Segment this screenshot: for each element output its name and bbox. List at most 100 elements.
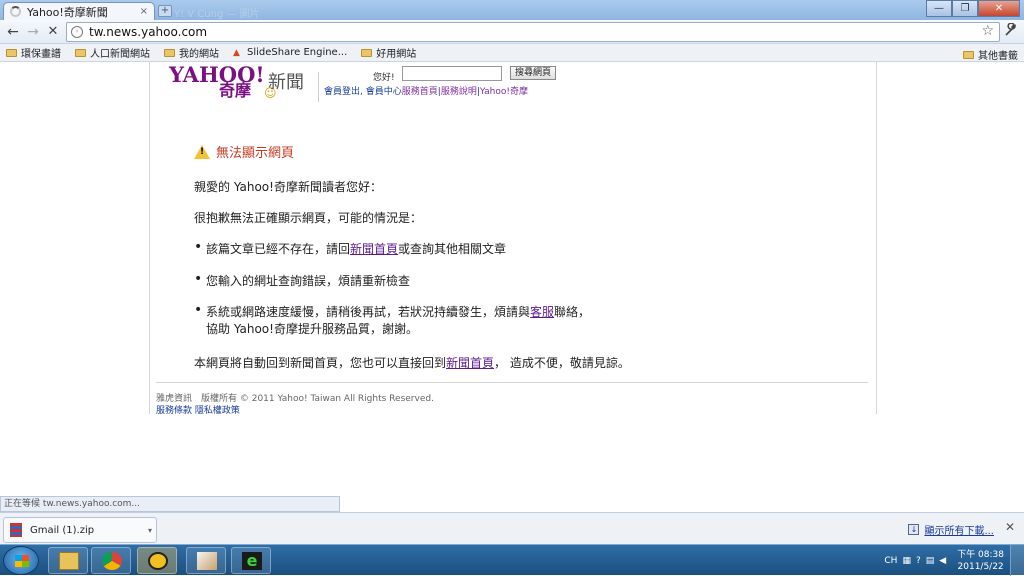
close-shelf-button[interactable]: ✕ [1005,520,1015,534]
address-bar[interactable]: ◦ tw.news.yahoo.com ☆ [66,22,1000,42]
tab-title: Yahoo!奇摩新聞 [27,5,108,19]
forward-button[interactable]: → [24,23,42,41]
bookmark-label: 好用網站 [376,49,417,60]
bookmark-item[interactable]: 人口新聞網站 [75,45,150,60]
windows-taskbar: e CH ▦ ? ▤ ◀ 下午 08:38 2011/5/22 [0,544,1024,576]
apology-line: 很抱歉無法正確顯示網頁，可能的情況是： [194,211,423,225]
tab-close-icon[interactable]: × [140,6,148,17]
footer-links: 服務條款 隱私權政策 [156,403,240,416]
address-url[interactable]: tw.news.yahoo.com [89,25,207,39]
yahoo-qimo-link[interactable]: Yahoo!奇摩 [480,87,528,97]
signout-link[interactable]: 會員登出 [324,87,360,97]
redirect-line: 本網頁將自動回到新聞首頁，您也可以直接回到新聞首頁， 造成不便，敬請見諒。 [194,354,630,371]
show-desktop-button[interactable] [1010,545,1024,576]
explorer-taskbar-icon[interactable] [48,547,88,574]
status-bar: 正在等候 tw.news.yahoo.com... [0,496,340,512]
news-home-link[interactable]: 新聞首頁 [446,356,494,370]
bullet3-text: 系統或網路速度緩慢，請稍後再試，若狀況持續發生，煩請與 [206,305,531,319]
service-desc-link[interactable]: 服務說明 [441,87,477,97]
start-button[interactable] [3,546,39,575]
system-tray: CH ▦ ? ▤ ◀ 下午 08:38 2011/5/22 [884,545,1024,576]
bookmark-label: 環保畫譜 [21,49,61,60]
folder-icon [963,50,974,59]
error-heading: 無法顯示網頁 [194,142,294,161]
clock-time: 下午 08:38 [957,549,1004,560]
back-button[interactable]: ← [4,23,22,41]
redirect-text-end: ， 造成不便，敬請見諒。 [494,356,630,370]
chrome-taskbar-icon[interactable] [91,547,131,574]
bookmark-star-icon[interactable]: ☆ [981,23,994,39]
bookmark-label: SlideShare Engine... [247,47,348,58]
download-arrow-icon: ↓ [908,524,920,535]
folder-icon [75,48,86,57]
paint-taskbar-icon[interactable] [186,547,226,574]
other-bookmarks-label: 其他書籤 [978,51,1018,62]
other-bookmarks[interactable]: 其他書籤 [963,47,1018,62]
tray-volume-icon[interactable]: ◀ [939,556,946,566]
bookmark-label: 我的網站 [179,49,219,60]
bullet2-text: 您輸入的網址查詢錯誤，煩請重新檢查 [206,274,411,288]
redirect-text: 本網頁將自動回到新聞首頁，您也可以直接回到 [194,356,447,370]
logo-news-text: 新聞 [268,72,304,93]
search-input[interactable] [402,66,502,81]
terms-link[interactable]: 服務條款 [156,406,192,416]
wrench-menu-icon[interactable] [1004,22,1018,41]
download-shelf: Gmail (1).zip ▾ ↓ 顯示所有下載... ✕ [0,512,1024,544]
yahoo-logo[interactable]: YAHOO! 奇摩 ☺ [169,64,277,101]
tab-yahoo-news[interactable]: Yahoo!奇摩新聞 × [3,2,155,20]
bookmark-item[interactable]: 好用網站 [361,45,416,60]
greeting-text: 您好! [373,73,395,83]
bullet-dot: • [194,271,203,287]
browser-toolbar: ← → ✕ ◦ tw.news.yahoo.com ☆ [0,20,1024,44]
folder-icon [164,48,175,57]
header-links: 會員登出, 會員中心服務首頁|服務說明|Yahoo!奇摩 [324,84,528,97]
bullet1-text-end: 或查詢其他相關文章 [398,242,507,256]
search-web-button[interactable]: 搜尋網頁 [510,66,556,80]
loading-spinner-icon [10,6,21,17]
zip-file-icon [10,523,22,537]
warning-icon [194,144,210,159]
tray-network-icon[interactable]: ▤ [926,556,935,566]
service-home-link[interactable]: 服務首頁 [402,87,438,97]
window-controls: — ❐ ✕ [926,0,1020,17]
browser-titlebar: Yahoo!奇摩新聞 × + Y! V Cung — 圖片 — ❐ ✕ [0,0,1024,20]
customer-service-link[interactable]: 客服 [530,305,554,319]
logo-qimo-text: 奇摩 [219,81,252,100]
bookmark-item[interactable]: ▲ SlideShare Engine... [233,47,347,58]
wrench-icon [1005,22,1016,36]
language-indicator[interactable]: CH [884,556,897,566]
show-all-label: 顯示所有下載... [924,526,994,537]
download-item[interactable]: Gmail (1).zip ▾ [3,517,157,543]
globe-icon: ◦ [71,26,83,38]
bullet-dot: • [194,302,203,318]
new-tab-button[interactable]: + [158,5,172,17]
privacy-link[interactable]: 隱私權政策 [195,406,240,416]
bookmark-item[interactable]: 環保畫譜 [6,45,61,60]
bullet1-text: 該篇文章已經不存在，請回 [206,242,351,256]
bookmark-item[interactable]: 我的網站 [164,45,219,60]
close-window-button[interactable]: ✕ [978,0,1020,17]
bullet3-line2: 協助 Yahoo!奇摩提升服務品質，謝謝。 [206,322,418,336]
app-e-taskbar-icon[interactable]: e [231,547,271,574]
bookmarks-bar: 環保畫譜 人口新聞網站 我的網站 ▲ SlideShare Engine... 好… [0,44,1024,62]
list-item: • 該篇文章已經不存在，請回新聞首頁或查詢其他相關文章 [194,240,506,257]
clock[interactable]: 下午 08:38 2011/5/22 [957,549,1004,573]
minimize-button[interactable]: — [926,0,952,17]
stop-button[interactable]: ✕ [44,23,62,41]
news-home-link[interactable]: 新聞首頁 [350,242,398,256]
norton-taskbar-icon[interactable] [137,547,177,574]
slideshare-icon: ▲ [233,47,240,58]
restore-button[interactable]: ❐ [952,0,978,17]
footer-divider [156,382,868,383]
show-all-downloads-link[interactable]: ↓ 顯示所有下載... [908,522,994,537]
header-divider [318,72,319,102]
tray-ime-icon[interactable]: ▦ [902,556,911,566]
tray-help-icon[interactable]: ? [916,556,921,566]
member-center-link[interactable]: 會員中心 [366,87,402,97]
bullet-dot: • [194,239,203,255]
download-filename: Gmail (1).zip [30,524,95,536]
download-menu-icon[interactable]: ▾ [148,526,152,535]
background-tab-ghost: Y! V Cung — 圖片 [174,9,260,20]
clock-date: 2011/5/22 [957,561,1004,572]
list-item: • 您輸入的網址查詢錯誤，煩請重新檢查 [194,272,410,289]
